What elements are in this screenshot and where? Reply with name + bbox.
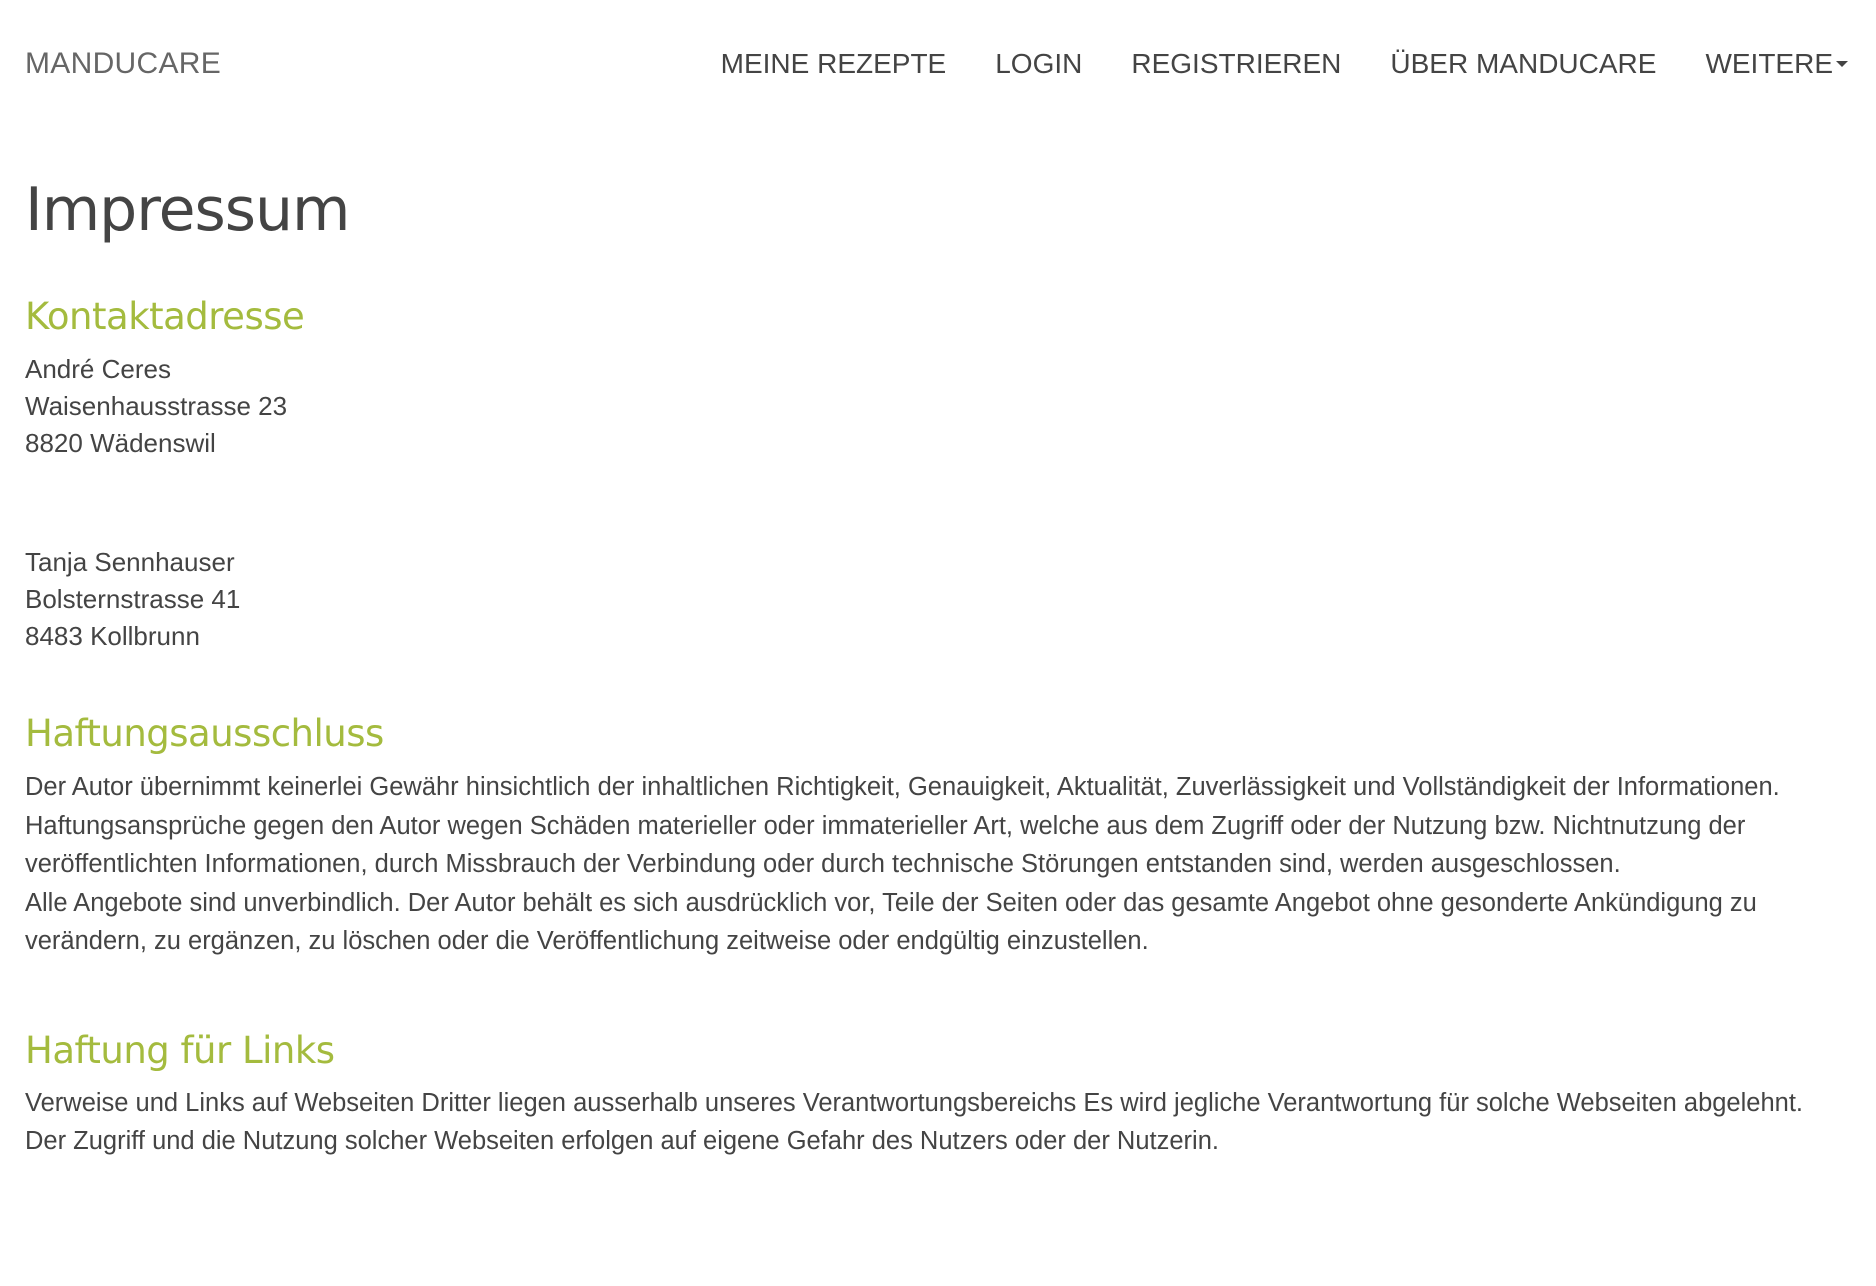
- main-content: Impressum Kontaktadresse André Ceres Wai…: [25, 170, 1855, 1161]
- text-line: Der Zugriff und die Nutzung solcher Webs…: [25, 1127, 1219, 1155]
- haftungsausschluss-text: Der Autor übernimmt keinerlei Gewähr hin…: [25, 768, 1855, 961]
- kontakt-section: Kontaktadresse André Ceres Waisenhausstr…: [25, 292, 1855, 655]
- haftung-links-text: Verweise und Links auf Webseiten Dritter…: [25, 1084, 1855, 1161]
- nav-registrieren[interactable]: REGISTRIEREN: [1131, 46, 1341, 82]
- nav-links: MEINE REZEPTE LOGIN REGISTRIEREN ÜBER MA…: [672, 46, 1848, 82]
- haftungsausschluss-section: Haftungsausschluss Der Autor übernimmt k…: [25, 709, 1855, 961]
- nav-meine-rezepte[interactable]: MEINE REZEPTE: [721, 46, 947, 82]
- text-line: verändern, zu ergänzen, zu löschen oder …: [25, 927, 1149, 955]
- nav-login[interactable]: LOGIN: [995, 46, 1082, 82]
- nav-ueber-manducare[interactable]: ÜBER MANDUCARE: [1390, 46, 1656, 82]
- kontakt-title: Kontaktadresse: [25, 295, 305, 338]
- caret-down-icon: [1836, 61, 1848, 68]
- navbar: MANDUCARE MEINE REZEPTE LOGIN REGISTRIER…: [0, 0, 1876, 128]
- address-sennhauser: Tanja Sennhauser Bolsternstrasse 41 8483…: [25, 544, 1855, 655]
- nav-weitere-dropdown[interactable]: WEITERE: [1705, 46, 1848, 82]
- nav-weitere-label: WEITERE: [1705, 48, 1833, 79]
- address-street: Waisenhausstrasse 23: [25, 391, 288, 421]
- address-name: André Ceres: [25, 354, 171, 384]
- haftung-links-section: Haftung für Links Verweise und Links auf…: [25, 1026, 1855, 1161]
- address-street: Bolsternstrasse 41: [25, 584, 241, 614]
- address-city: 8483 Kollbrunn: [25, 621, 200, 651]
- text-line: Der Autor übernimmt keinerlei Gewähr hin…: [25, 773, 1780, 801]
- haftungsausschluss-title: Haftungsausschluss: [25, 712, 384, 755]
- address-city: 8820 Wädenswil: [25, 428, 216, 458]
- page-title: Impressum: [25, 175, 351, 245]
- text-line: veröffentlichten Informationen, durch Mi…: [25, 850, 1621, 878]
- haftung-links-title: Haftung für Links: [25, 1028, 335, 1072]
- text-line: Haftungsansprüche gegen den Autor wegen …: [25, 811, 1746, 840]
- text-line: Alle Angebote sind unverbindlich. Der Au…: [25, 888, 1757, 917]
- brand-link[interactable]: MANDUCARE: [25, 46, 221, 82]
- address-ceres: André Ceres Waisenhausstrasse 23 8820 Wä…: [25, 351, 1855, 462]
- address-name: Tanja Sennhauser: [25, 547, 235, 577]
- text-line: Verweise und Links auf Webseiten Dritter…: [25, 1088, 1803, 1117]
